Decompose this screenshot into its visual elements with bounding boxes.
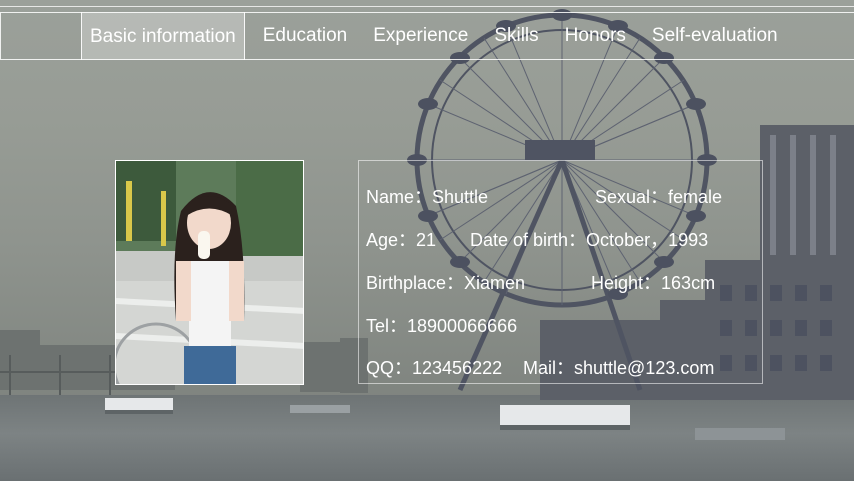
age-field: Age：21 [366,230,437,250]
birthplace-field: Birthplace：Xiamen [366,273,526,293]
tab-self-evaluation[interactable]: Self-evaluation [644,13,786,59]
tab-honors[interactable]: Honors [557,13,634,59]
tel-field: Tel：18900066666 [366,316,518,336]
tab-experience[interactable]: Experience [365,13,476,59]
height-field: Height：163cm [591,273,716,293]
top-divider-line [0,6,854,7]
basic-info-panel: Name：Shuttle Sexual：female Age：21 Date o… [358,160,763,384]
qq-field: QQ：123456222 [366,358,503,378]
tab-bar: Basic information Education Experience S… [0,12,854,60]
tab-basic-information[interactable]: Basic information [81,12,245,60]
tab-skills[interactable]: Skills [486,13,546,59]
sexual-field: Sexual：female [595,187,723,207]
profile-photo [115,160,304,385]
mail-field[interactable]: Mail：shuttle@123.com [523,354,714,380]
name-field: Name：Shuttle [366,187,489,207]
date-of-birth-field: Date of birth：October，1993 [470,230,709,250]
tab-education[interactable]: Education [255,13,356,59]
